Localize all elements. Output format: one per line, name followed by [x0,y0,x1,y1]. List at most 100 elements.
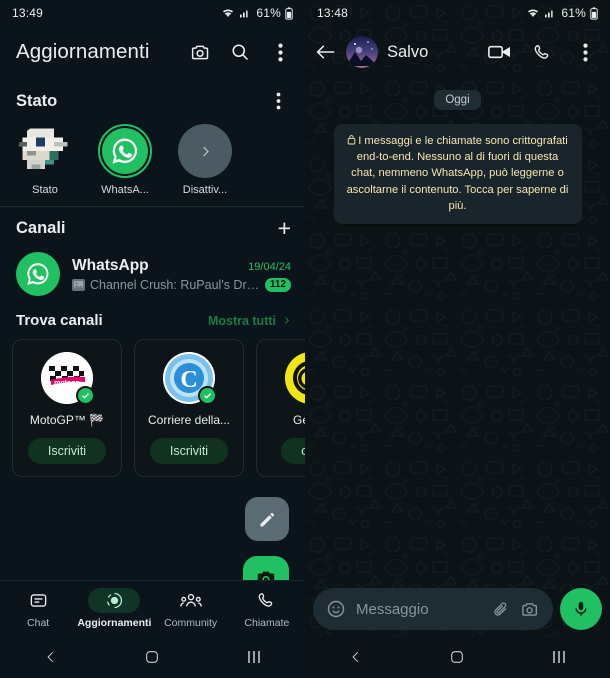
calls-icon [241,588,293,613]
battery-icon [285,6,293,20]
status-item-label: Stato [32,184,58,196]
battery-percent: 61% [561,6,586,20]
plus-icon[interactable]: + [278,217,291,240]
status-item-label: WhatsA... [101,184,149,196]
right-phone-chat-screen: 13:48 61% Salvo Oggi I messaggi e le chi… [305,0,610,678]
status-clock: 13:49 [12,6,44,20]
pencil-icon [257,509,278,530]
message-composer: Messaggio [305,588,610,630]
wifi-icon [526,7,540,19]
channel-card[interactable]: motogp MotoGP™ 🏁 Iscriviti [12,339,122,477]
avatar [285,352,305,404]
microphone-icon [572,600,590,618]
status-list: Stato WhatsA... Disattiv... [0,120,305,206]
status-item-my-status[interactable]: Stato [12,124,78,196]
avatar: motogp [41,352,95,405]
avatar[interactable] [346,36,378,68]
date-separator-chip: Oggi [434,90,481,110]
channel-name: WhatsApp [72,256,149,274]
channels-heading: Canali [16,219,66,237]
tab-label: Chat [27,617,50,629]
avatar [16,252,60,296]
unread-badge: 112 [264,277,291,292]
svg-text:motogp: motogp [54,380,80,387]
emoji-icon[interactable] [326,599,346,619]
encryption-notice-bubble[interactable]: I messaggi e le chiamate sono crittograf… [333,124,582,225]
community-icon [165,588,217,613]
status-heading: Stato [16,91,58,110]
left-phone-updates-screen: 13:49 61% Aggiornamenti Stato Stato What… [0,0,305,678]
nav-home-icon[interactable] [429,649,485,665]
status-bar: 13:48 61% [305,0,610,26]
subscribe-button[interactable]: Iscriviti [27,438,107,464]
chevron-right-icon[interactable] [282,314,291,327]
message-input-placeholder[interactable]: Messaggio [356,601,482,618]
tab-chiamate[interactable]: Chiamate [229,588,305,629]
status-item-whatsapp[interactable]: WhatsA... [92,124,158,196]
tab-label: Chiamate [244,617,290,629]
channel-date: 19/04/24 [248,260,291,273]
avatar: C [163,352,217,405]
conversation-area: Oggi I messaggi e le chiamate sono critt… [305,78,610,225]
camera-icon[interactable] [187,39,213,65]
tab-community[interactable]: Community [153,588,229,629]
status-item-muted[interactable]: Disattiv... [172,124,238,196]
search-icon[interactable] [227,39,253,65]
show-all-link[interactable]: Mostra tutti [208,314,276,328]
svg-text:C: C [180,367,197,393]
paperclip-icon[interactable] [492,600,510,619]
lock-icon [347,134,356,145]
channel-card-name: Geopo [292,413,305,427]
tab-chat[interactable]: Chat [0,588,76,629]
nav-recents-icon[interactable] [531,649,587,665]
battery-icon [590,6,598,20]
channels-section-header: Canali + [0,207,305,246]
arrow-back-icon[interactable] [313,43,337,61]
more-vertical-icon[interactable] [572,39,598,65]
channel-list-item-whatsapp[interactable]: WhatsApp 19/04/24 Channel Crush: RuPaul'… [0,246,305,304]
status-clock: 13:48 [317,6,349,20]
subscribe-button[interactable]: criv [281,438,305,464]
more-vertical-icon[interactable] [267,39,293,65]
nav-back-icon[interactable] [328,648,384,666]
nav-home-icon[interactable] [124,649,180,665]
video-camera-icon[interactable] [486,39,512,65]
bottom-tab-bar: Chat Aggiornamenti Community Chiamate [0,580,305,636]
phone-icon[interactable] [529,39,555,65]
status-bar: 13:49 61% [0,0,305,26]
channel-card-name: MotoGP™ 🏁 [29,413,105,427]
media-thumbnail-icon [72,278,85,291]
chat-icon [12,588,64,613]
signal-icon [544,7,556,19]
edit-fab-button[interactable] [245,497,289,541]
wifi-icon [221,7,235,19]
page-title: Aggiornamenti [16,40,150,63]
verified-badge-icon [198,386,217,405]
more-vertical-icon[interactable] [265,88,291,114]
muted-chevron-icon [178,124,232,178]
nav-recents-icon[interactable] [226,649,282,665]
updates-icon [88,588,141,613]
microphone-button[interactable] [560,588,602,630]
channel-card[interactable]: C Corriere della... Iscriviti [134,339,244,477]
nav-back-icon[interactable] [23,648,79,666]
tab-label: Aggiornamenti [77,617,152,629]
tab-label: Community [164,617,218,629]
find-channels-heading: Trova canali [16,312,103,329]
signal-icon [239,7,251,19]
channel-preview: Channel Crush: RuPaul's Drag... [90,277,260,292]
avatar [98,124,152,178]
dual-screenshot: 13:49 61% Aggiornamenti Stato Stato What… [0,0,610,678]
channel-card[interactable]: Geopo criv [256,339,305,477]
subscribe-button[interactable]: Iscriviti [149,438,229,464]
message-input-container[interactable]: Messaggio [313,588,553,630]
channel-card-name: Corriere della... [147,413,231,427]
camera-icon[interactable] [520,600,540,619]
geopop-logo-icon [285,352,305,404]
status-section-header: Stato [0,78,305,120]
system-navigation-bar [0,636,305,678]
chat-app-bar: Salvo [305,26,610,78]
suggested-channels-carousel[interactable]: motogp MotoGP™ 🏁 Iscriviti C Corriere de… [0,337,305,477]
tab-aggiornamenti[interactable]: Aggiornamenti [76,588,152,629]
status-item-label: Disattiv... [182,184,228,196]
